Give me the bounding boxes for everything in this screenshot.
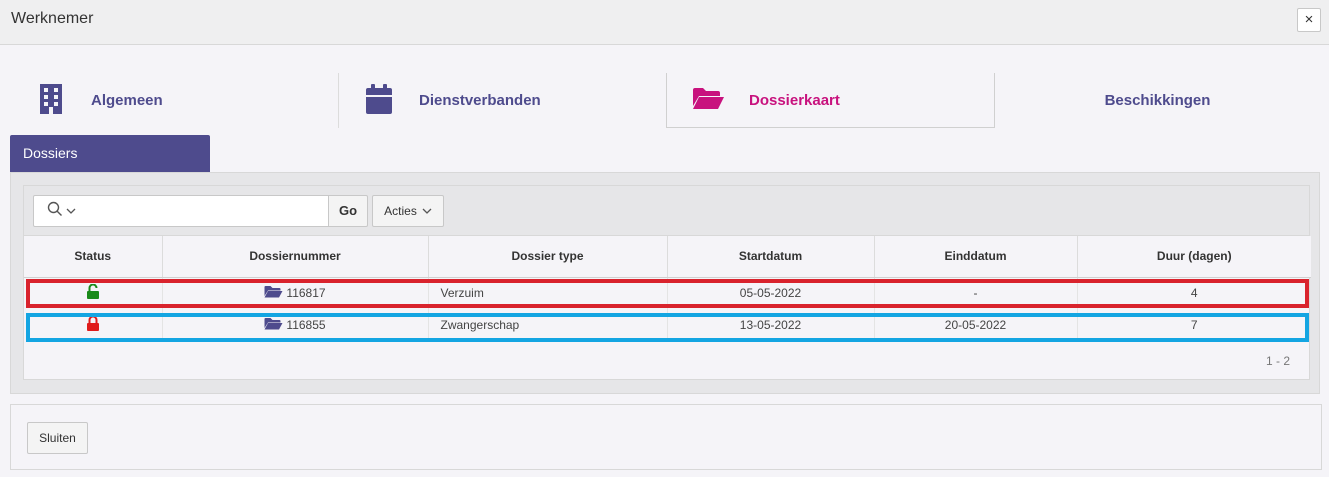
search-input[interactable] [88,195,329,227]
lock-icon [86,315,100,334]
column-header-dossiernummer[interactable]: Dossiernummer [162,236,429,278]
dossier-number-link[interactable]: 116855 [286,318,325,332]
dossier-type-cell: Verzuim [428,277,668,309]
end-date-cell: - [874,277,1078,309]
end-date-cell: 20-05-2022 [874,309,1078,341]
dossier-type-cell: Zwangerschap [428,309,668,341]
grid-toolbar: Go Acties [24,186,1309,236]
dialog-titlebar: Werknemer × [0,0,1329,45]
sluiten-button[interactable]: Sluiten [27,422,88,454]
table-row[interactable]: 116855 Zwangerschap 13-05-2022 20-05-202… [24,309,1311,341]
start-date-cell: 05-05-2022 [667,277,875,309]
region-tab-dossiers[interactable]: Dossiers [10,135,210,172]
close-dialog-button[interactable]: × [1297,8,1321,32]
folder-open-icon [264,317,283,333]
folder-open-icon [264,285,283,301]
dialog-title: Werknemer [11,10,94,27]
dossier-number-cell[interactable]: 116817 [162,277,429,309]
search-icon [47,201,63,222]
dialog-footer: Sluiten [10,404,1322,470]
duration-cell: 4 [1190,286,1198,301]
tab-divider [338,73,339,128]
search-column-button[interactable] [33,195,89,227]
table-header-row: Status Dossiernummer Dossier type Startd… [24,236,1311,278]
dossier-number-cell[interactable]: 116855 [162,309,429,341]
unlocked-icon [86,283,100,302]
calendar-icon [365,83,393,118]
tab-label: Beschikkingen [1104,92,1211,109]
tab-dienstverbanden[interactable]: Dienstverbanden [365,73,665,128]
tab-label: Algemeen [91,92,163,109]
column-header-duur[interactable]: Duur (dagen) [1077,236,1311,278]
actions-label: Acties [384,204,417,218]
tab-dossierkaart[interactable]: Dossierkaart [666,73,995,128]
column-header-einddatum[interactable]: Einddatum [874,236,1078,278]
start-date-cell: 13-05-2022 [667,309,875,341]
table-row[interactable]: 116817 Verzuim 05-05-2022 - 4 [24,277,1311,309]
tab-bar: Algemeen Dienstverbanden Dossierkaart Be… [10,73,1320,128]
dossiers-grid: Go Acties Status Dossiernummer Dossier t… [23,185,1311,380]
building-icon [37,83,65,118]
chevron-down-icon [66,202,76,220]
actions-menu-button[interactable]: Acties [372,195,444,227]
dossier-number-link[interactable]: 116817 [286,286,325,300]
tab-algemeen[interactable]: Algemeen [37,73,337,128]
go-button[interactable]: Go [328,195,368,227]
tab-beschikkingen[interactable]: Beschikkingen [995,73,1320,128]
dossiers-table: Status Dossiernummer Dossier type Startd… [24,236,1311,341]
pagination-info: 1 - 2 [1265,354,1290,368]
chevron-down-icon [422,204,432,218]
folder-open-icon [692,86,725,114]
status-cell [24,309,163,341]
tab-label: Dienstverbanden [419,92,541,109]
tab-label: Dossierkaart [749,91,840,109]
status-cell [24,277,163,309]
column-header-status[interactable]: Status [24,236,163,278]
dossiers-region: Go Acties Status Dossiernummer Dossier t… [10,172,1320,394]
column-header-startdatum[interactable]: Startdatum [667,236,875,278]
duration-cell: 7 [1190,318,1198,332]
column-header-dossier-type[interactable]: Dossier type [428,236,668,278]
